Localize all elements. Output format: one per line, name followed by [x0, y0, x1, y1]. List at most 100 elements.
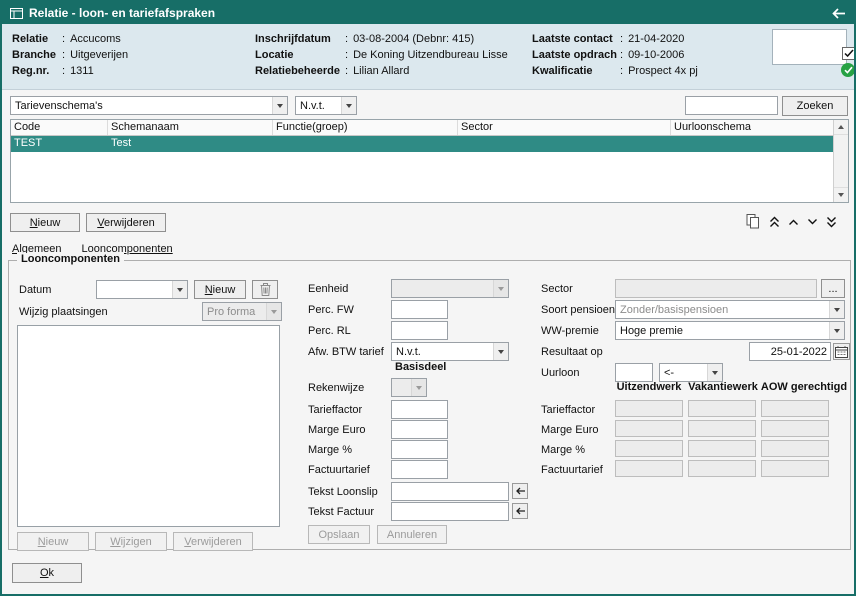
grid-marge-pct-label: Marge %: [541, 444, 585, 456]
field-value: De Koning Uitzendbureau Lisse: [353, 49, 508, 61]
tekst-factuur-copy-button[interactable]: [512, 503, 528, 519]
ww-premie-label: WW-premie: [541, 325, 599, 337]
calendar-button[interactable]: [833, 343, 850, 360]
tekst-loonslip-input[interactable]: [391, 482, 509, 501]
factuurtarief-aow-input: [761, 460, 829, 477]
zoeken-button[interactable]: Zoeken: [782, 96, 848, 116]
schema-nieuw-button[interactable]: Nieuw: [10, 213, 80, 232]
marge-pct-uitzendwerk-input: [615, 440, 683, 457]
field-value: Uitgeverijen: [70, 49, 128, 61]
search-input[interactable]: [685, 96, 778, 115]
column-header-sector[interactable]: Sector: [458, 120, 671, 135]
pro-forma-select: Pro forma: [202, 302, 282, 321]
chevron-down-icon: [341, 97, 356, 114]
header-checkbox[interactable]: [842, 47, 855, 60]
scroll-up-button[interactable]: [834, 120, 848, 135]
marge-euro-label: Marge Euro: [308, 424, 365, 436]
move-top-icon[interactable]: [769, 216, 780, 228]
marge-euro-uitzendwerk-input: [615, 420, 683, 437]
datum-nieuw-label: Nieuw: [205, 284, 236, 296]
uurloon-input[interactable]: [615, 363, 653, 382]
colon: :: [620, 49, 623, 61]
schema-type-select[interactable]: Tarievenschema's: [10, 96, 288, 115]
table-scrollbar[interactable]: [833, 120, 848, 202]
column-header-schemanaam[interactable]: Schemanaam: [108, 120, 273, 135]
afw-btw-label: Afw. BTW tarief: [308, 346, 384, 358]
chevron-down-icon: [272, 97, 287, 114]
afw-btw-select[interactable]: N.v.t.: [391, 342, 509, 361]
grid-factuurtarief-label: Factuurtarief: [541, 464, 603, 476]
basisdeel-header: Basisdeel: [395, 361, 446, 373]
sector-browse-button[interactable]: ...: [821, 279, 845, 298]
cell-schemanaam: Test: [108, 136, 273, 152]
uurloon-source-select[interactable]: <-: [659, 363, 723, 382]
cell-uurloonschema: [671, 136, 834, 152]
rekenwijze-label: Rekenwijze: [308, 382, 364, 394]
marge-euro-input[interactable]: [391, 420, 448, 439]
column-header-code[interactable]: Code: [11, 120, 108, 135]
colon: :: [62, 33, 65, 45]
field-label: Inschrijfdatum: [255, 33, 343, 45]
datum-delete-button[interactable]: [252, 280, 278, 299]
cell-functiegroep: [273, 136, 458, 152]
field-label: Relatiebeheerde: [255, 65, 343, 77]
triangle-up-icon: [838, 125, 844, 129]
table-row[interactable]: TEST Test: [11, 136, 834, 152]
field-label: Laatste contact: [532, 33, 618, 45]
perc-fw-label: Perc. FW: [308, 304, 354, 316]
row-move-toolbar: [746, 213, 837, 230]
chevron-down-icon: [493, 343, 508, 360]
perc-rl-input[interactable]: [391, 321, 448, 340]
uurloon-label: Uurloon: [541, 367, 580, 379]
field-value: 09-10-2006: [628, 49, 684, 61]
back-arrow-icon: [831, 7, 846, 20]
rekenwijze-select: [391, 378, 427, 397]
factuurtarief-uitzendwerk-input: [615, 460, 683, 477]
column-header-functiegroep[interactable]: Functie(groep): [273, 120, 458, 135]
field-value: 03-08-2004 (Debnr: 415): [353, 33, 474, 45]
field-value: Accucoms: [70, 33, 121, 45]
datum-select[interactable]: [96, 280, 188, 299]
chevron-down-icon: [266, 303, 281, 320]
grid-marge-euro-label: Marge Euro: [541, 424, 598, 436]
ok-button[interactable]: Ok: [12, 563, 82, 583]
chevron-down-icon: [172, 281, 187, 298]
marge-pct-input[interactable]: [391, 440, 448, 459]
column-header-uurloonschema[interactable]: Uurloonschema: [671, 120, 834, 135]
colon: :: [345, 49, 348, 61]
ww-premie-select[interactable]: Hoge premie: [615, 321, 845, 340]
resultaat-date-input[interactable]: [749, 342, 831, 361]
scroll-down-button[interactable]: [834, 187, 848, 202]
tarieffactor-input[interactable]: [391, 400, 448, 419]
search-filter-select[interactable]: N.v.t.: [295, 96, 357, 115]
schema-table: Code Schemanaam Functie(groep) Sector Uu…: [10, 119, 849, 203]
back-button[interactable]: [831, 7, 846, 20]
tekst-loonslip-copy-button[interactable]: [512, 483, 528, 499]
looncomponenten-listbox[interactable]: [17, 325, 280, 527]
move-up-icon[interactable]: [788, 218, 799, 226]
titlebar: Relatie - loon- en tariefafspraken: [2, 2, 854, 24]
groupbox-legend: Looncomponenten: [17, 253, 124, 265]
move-down-icon[interactable]: [807, 218, 818, 226]
search-filter-value: N.v.t.: [296, 97, 341, 114]
calendar-icon: [835, 346, 848, 358]
chevron-down-icon: [707, 364, 722, 381]
marge-pct-label: Marge %: [308, 444, 352, 456]
move-bottom-icon[interactable]: [826, 216, 837, 228]
header-col-1: Relatie:Accucoms Branche:Uitgeverijen Re…: [12, 31, 128, 79]
schema-verwijderen-button[interactable]: Verwijderen: [86, 213, 166, 232]
annuleren-button: Annuleren: [377, 525, 447, 544]
wijzig-plaatsingen-label: Wijzig plaatsingen: [19, 306, 108, 318]
sector-label: Sector: [541, 283, 573, 295]
annuleren-label: Annuleren: [387, 529, 437, 541]
soort-pensioen-value: Zonder/basispensioen: [616, 301, 829, 318]
marge-euro-aow-input: [761, 420, 829, 437]
field-value: 1311: [70, 65, 94, 77]
marge-pct-aow-input: [761, 440, 829, 457]
datum-nieuw-button[interactable]: Nieuw: [194, 280, 246, 299]
copy-icon[interactable]: [746, 214, 761, 229]
perc-fw-input[interactable]: [391, 300, 448, 319]
tekst-factuur-input[interactable]: [391, 502, 509, 521]
factuurtarief-input[interactable]: [391, 460, 448, 479]
field-value: 21-04-2020: [628, 33, 684, 45]
